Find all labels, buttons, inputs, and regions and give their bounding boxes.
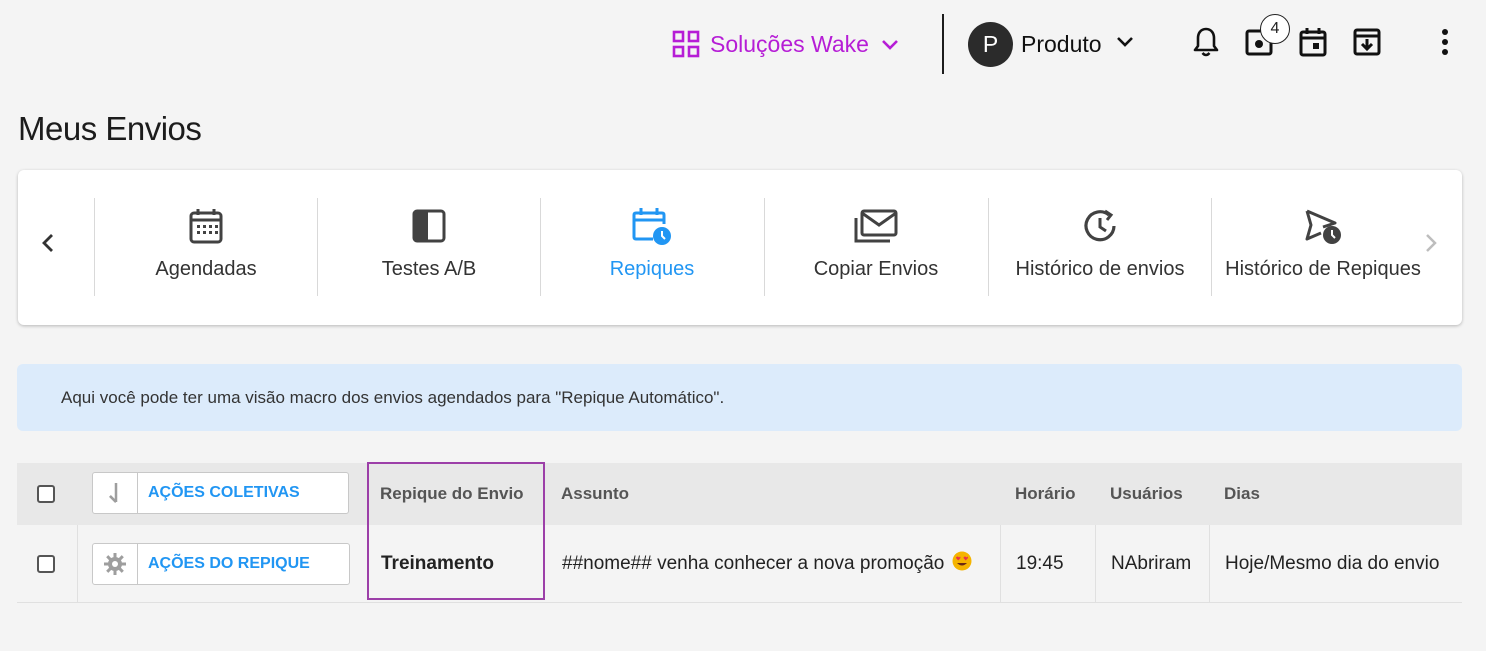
nav-item-label: Testes A/B — [381, 258, 477, 280]
nav-item-historico-envios[interactable]: Histórico de envios — [988, 198, 1211, 296]
half-square-icon — [411, 206, 447, 246]
row-checkbox-cell — [37, 525, 55, 602]
envios-nav-card: Agendadas Testes A/B Repiques Copiar Env… — [18, 170, 1462, 325]
nav-item-repiques[interactable]: Repiques — [540, 198, 763, 296]
table-row: AÇÕES DO REPIQUE Treinamento ##nome## ve… — [17, 525, 1462, 603]
repique-name-cell: Treinamento — [381, 552, 494, 574]
chevron-right-icon — [1423, 232, 1439, 259]
nav-item-label: Copiar Envios — [813, 258, 939, 280]
top-bar: Soluções Wake P Produto 4 — [0, 0, 1486, 88]
column-divider — [1095, 525, 1096, 602]
page-title: Meus Envios — [18, 110, 202, 147]
download-button[interactable] — [1350, 26, 1384, 62]
sort-down-icon — [93, 473, 138, 513]
horario-cell: 19:45 — [1016, 552, 1064, 574]
calendar-button[interactable] — [1296, 26, 1330, 62]
bulk-actions-button[interactable]: AÇÕES COLETIVAS — [92, 472, 349, 514]
avatar: P — [968, 21, 1013, 67]
bell-icon — [1192, 26, 1220, 63]
calendar-clock-icon — [631, 206, 673, 246]
repique-actions-label: AÇÕES DO REPIQUE — [148, 555, 310, 572]
more-vertical-icon — [1441, 28, 1449, 61]
calendar-grid-icon — [188, 206, 224, 246]
heart-eyes-emoji-icon — [952, 551, 972, 577]
send-clock-icon — [1303, 206, 1343, 246]
col-header-horario[interactable]: Horário — [1015, 463, 1075, 525]
nav-item-testes-ab[interactable]: Testes A/B — [317, 198, 540, 296]
chevron-down-icon — [1114, 30, 1136, 58]
solucoes-wake-label: Soluções Wake — [710, 30, 869, 57]
notifications-button[interactable] — [1189, 26, 1223, 62]
notification-count-badge: 4 — [1260, 14, 1290, 44]
info-banner: Aqui você pode ter uma visão macro dos e… — [17, 364, 1462, 431]
nav-item-copiar-envios[interactable]: Copiar Envios — [764, 198, 987, 296]
repique-actions-button[interactable]: AÇÕES DO REPIQUE — [92, 543, 350, 585]
col-header-usuarios[interactable]: Usuários — [1110, 463, 1183, 525]
select-all-checkbox[interactable] — [37, 485, 55, 503]
nav-item-agendadas[interactable]: Agendadas — [94, 198, 317, 296]
col-header-dias[interactable]: Dias — [1224, 463, 1260, 525]
mail-stack-icon — [853, 206, 899, 246]
info-text: Aqui você pode ter uma visão macro dos e… — [61, 387, 725, 407]
chevron-down-icon — [879, 33, 901, 55]
column-divider — [77, 525, 78, 602]
history-icon — [1081, 206, 1119, 246]
usuarios-cell: NAbriram — [1111, 552, 1192, 574]
chevron-left-icon — [40, 232, 56, 259]
produto-label: Produto — [1021, 30, 1102, 57]
select-all-checkbox-cell — [37, 463, 55, 525]
gear-icon — [93, 544, 138, 584]
row-checkbox[interactable] — [37, 554, 55, 573]
produto-account-menu[interactable]: P Produto — [968, 21, 1136, 67]
nav-item-label: Agendadas — [155, 258, 257, 280]
download-box-icon — [1352, 27, 1382, 62]
calendar-icon — [1298, 26, 1328, 63]
assunto-text: ##nome## venha conhecer a nova promoção — [562, 552, 945, 574]
col-header-assunto[interactable]: Assunto — [561, 463, 629, 525]
column-divider — [1209, 525, 1210, 602]
apps-grid-icon — [672, 30, 700, 58]
nav-item-label: Histórico de Repiques — [1225, 258, 1421, 280]
assunto-cell: ##nome## venha conhecer a nova promoção — [562, 525, 972, 602]
nav-next-button[interactable] — [1416, 230, 1446, 260]
nav-item-historico-repiques[interactable]: Histórico de Repiques — [1211, 198, 1434, 296]
col-header-repique[interactable]: Repique do Envio — [380, 463, 524, 525]
nav-item-label: Histórico de envios — [1015, 258, 1185, 280]
bulk-actions-label: AÇÕES COLETIVAS — [148, 484, 300, 501]
table-header: AÇÕES COLETIVAS Repique do Envio Assunto… — [17, 463, 1462, 525]
column-divider — [1000, 525, 1001, 602]
more-options-button[interactable] — [1428, 26, 1462, 62]
nav-prev-button[interactable] — [33, 230, 63, 260]
topbar-divider — [942, 14, 944, 74]
nav-item-label: Repiques — [609, 258, 695, 280]
solucoes-wake-menu[interactable]: Soluções Wake — [672, 26, 901, 62]
repiques-table: AÇÕES COLETIVAS Repique do Envio Assunto… — [17, 463, 1462, 603]
dias-cell: Hoje/Mesmo dia do envio — [1225, 552, 1440, 574]
